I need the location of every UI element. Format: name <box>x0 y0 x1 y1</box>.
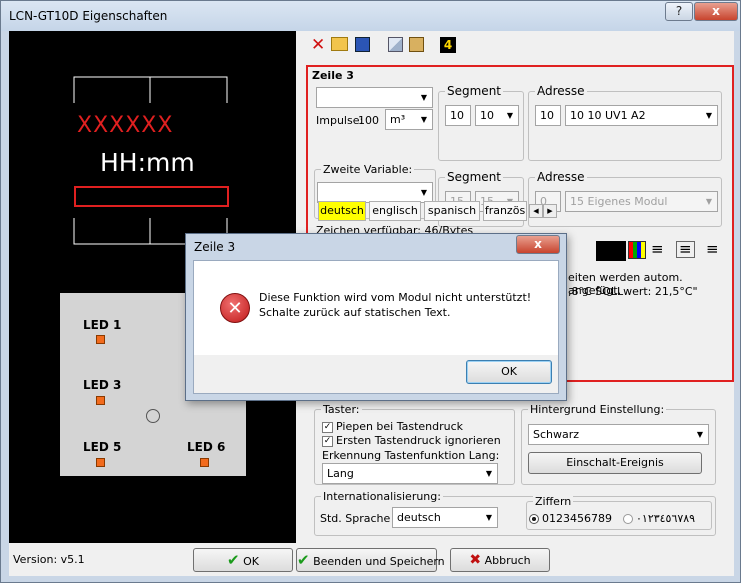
window-title: LCN-GT10D Eigenschaften <box>9 9 168 23</box>
erkennung-label: Erkennung Tastenfunktion Lang: <box>322 449 500 462</box>
adresse-select[interactable]: 10 10 UV1 A2 ▼ <box>565 105 718 126</box>
text-color-field[interactable] <box>596 241 626 261</box>
lang-select[interactable]: Lang ▼ <box>322 463 498 484</box>
led-5-label: LED 5 <box>83 440 122 454</box>
hintergrund-select[interactable]: Schwarz ▼ <box>528 424 709 445</box>
ziffern-option-western[interactable]: 0123456789 <box>529 512 612 525</box>
main-window: LCN-GT10D Eigenschaften ? x XXXXXX HH:mm… <box>0 0 741 583</box>
check-icon: ✔ <box>227 551 240 569</box>
time-format-text: HH:mm <box>100 148 195 177</box>
intl-label: Internationalisierung: <box>321 490 443 503</box>
tab-scroll-right-icon[interactable]: ▶ <box>543 204 557 218</box>
beenden-speichern-button[interactable]: ✔ Beenden und Speichern <box>296 548 445 572</box>
dialog-title: Zeile 3 <box>194 240 236 254</box>
toolbar: ✕ 4 <box>309 35 469 55</box>
align-center-icon[interactable]: ≡ <box>676 241 695 258</box>
segment-select[interactable]: 10 ▼ <box>475 105 519 126</box>
piepen-checkbox[interactable]: ✓ Piepen bei Tastendruck <box>322 420 463 433</box>
ok-button[interactable]: ✔ OK <box>193 548 293 572</box>
dialog-body: ✕ Diese Funktion wird vom Modul nicht un… <box>193 260 559 394</box>
ersten-checkbox[interactable]: ✓ Ersten Tastendruck ignorieren <box>322 434 501 447</box>
led-6-label: LED 6 <box>187 440 226 454</box>
check-icon: ✔ <box>297 551 310 569</box>
tab-scroll-left-icon[interactable]: ◀ <box>529 204 543 218</box>
line-number-badge: 4 <box>440 37 456 53</box>
error-icon: ✕ <box>220 293 250 323</box>
impulse-unit-select[interactable]: m³ ▼ <box>385 109 433 130</box>
dialog-message-2: Schalte zurück auf statischen Text. <box>259 306 451 319</box>
hintergrund-group: Hintergrund Einstellung: Schwarz ▼ Einsch… <box>521 403 716 485</box>
copy-icon[interactable] <box>388 37 403 52</box>
abbruch-button[interactable]: ✖ Abbruch <box>450 548 550 572</box>
led-1-indicator[interactable] <box>96 335 105 344</box>
sprache-label: Std. Sprache <box>320 512 391 525</box>
ziffern-group: Ziffern 0123456789 ٠١٢٣٤٥٦٧٨٩ <box>526 495 712 530</box>
adresse2-label: Adresse <box>535 170 587 184</box>
save-icon[interactable] <box>355 37 370 52</box>
segment2-label: Segment <box>445 170 503 184</box>
hint-line-2: ,8°C SOLLwert: 21,5°C" <box>568 285 698 298</box>
adresse-label: Adresse <box>535 84 587 98</box>
hintergrund-label: Hintergrund Einstellung: <box>528 403 667 416</box>
adresse-input[interactable]: 10 <box>535 105 561 126</box>
dialog-message-1: Diese Funktion wird vom Modul nicht unte… <box>259 291 532 304</box>
led-1-label: LED 1 <box>83 318 122 332</box>
impulse-label: Impulse: <box>316 114 364 127</box>
tab-englisch[interactable]: englisch <box>369 201 421 221</box>
einschalt-ereignis-button[interactable]: Einschalt-Ereignis <box>528 452 702 474</box>
align-right-icon[interactable]: ≡ <box>706 242 719 257</box>
cancel-icon: ✖ <box>469 552 482 568</box>
paste-icon[interactable] <box>409 37 424 52</box>
tab-franzoesisch[interactable]: französ <box>483 201 527 221</box>
ziffern-option-arabic[interactable]: ٠١٢٣٤٥٦٧٨٩ <box>623 512 695 525</box>
segment-group: Segment 10 10 ▼ <box>438 85 524 161</box>
close-button[interactable]: x <box>694 2 738 21</box>
led-6-indicator[interactable] <box>200 458 209 467</box>
variable-select[interactable]: ▼ <box>316 87 433 108</box>
zweite-variable-select[interactable]: ▼ <box>317 182 433 203</box>
taster-group: Taster: ✓ Piepen bei Tastendruck ✓ Ersten … <box>314 403 515 485</box>
zweite-variable-label: Zweite Variable: <box>321 163 415 176</box>
help-button[interactable]: ? <box>665 2 693 21</box>
led-3-indicator[interactable] <box>96 396 105 405</box>
ziffern-label: Ziffern <box>533 495 574 508</box>
color-palette-icon[interactable] <box>628 241 646 259</box>
adresse-group: Adresse 10 10 10 UV1 A2 ▼ <box>528 85 722 161</box>
led-5-indicator[interactable] <box>96 458 105 467</box>
zeile-title: Zeile 3 <box>312 69 354 82</box>
dialog-ok-button[interactable]: OK <box>466 360 552 384</box>
delete-icon[interactable]: ✕ <box>311 35 325 55</box>
error-dialog: Zeile 3 x ✕ Diese Funktion wird vom Modu… <box>185 233 567 401</box>
adresse2-group: Adresse 0 15 Eigenes Modul ▼ <box>528 171 722 227</box>
align-left-icon[interactable]: ≡ <box>651 242 664 257</box>
led-3-label: LED 3 <box>83 378 122 392</box>
taster-label: Taster: <box>321 403 362 416</box>
segment-input[interactable]: 10 <box>445 105 471 126</box>
sprache-select[interactable]: deutsch ▼ <box>392 507 498 528</box>
center-knob <box>146 409 160 423</box>
segment-label: Segment <box>445 84 503 98</box>
tab-deutsch[interactable]: deutsch <box>318 201 366 221</box>
crosses-text: XXXXXX <box>77 113 174 138</box>
version-text: Version: v5.1 <box>13 553 85 566</box>
dialog-close-button[interactable]: x <box>516 235 560 254</box>
impulse-value[interactable]: 100 <box>358 114 379 127</box>
title-bar: LCN-GT10D Eigenschaften ? x <box>1 1 740 31</box>
adresse2-select: 15 Eigenes Modul ▼ <box>565 191 718 212</box>
tab-spanisch[interactable]: spanisch <box>424 201 480 221</box>
intl-group: Internationalisierung: Std. Sprache deut… <box>314 490 716 536</box>
open-folder-icon[interactable] <box>331 37 348 51</box>
